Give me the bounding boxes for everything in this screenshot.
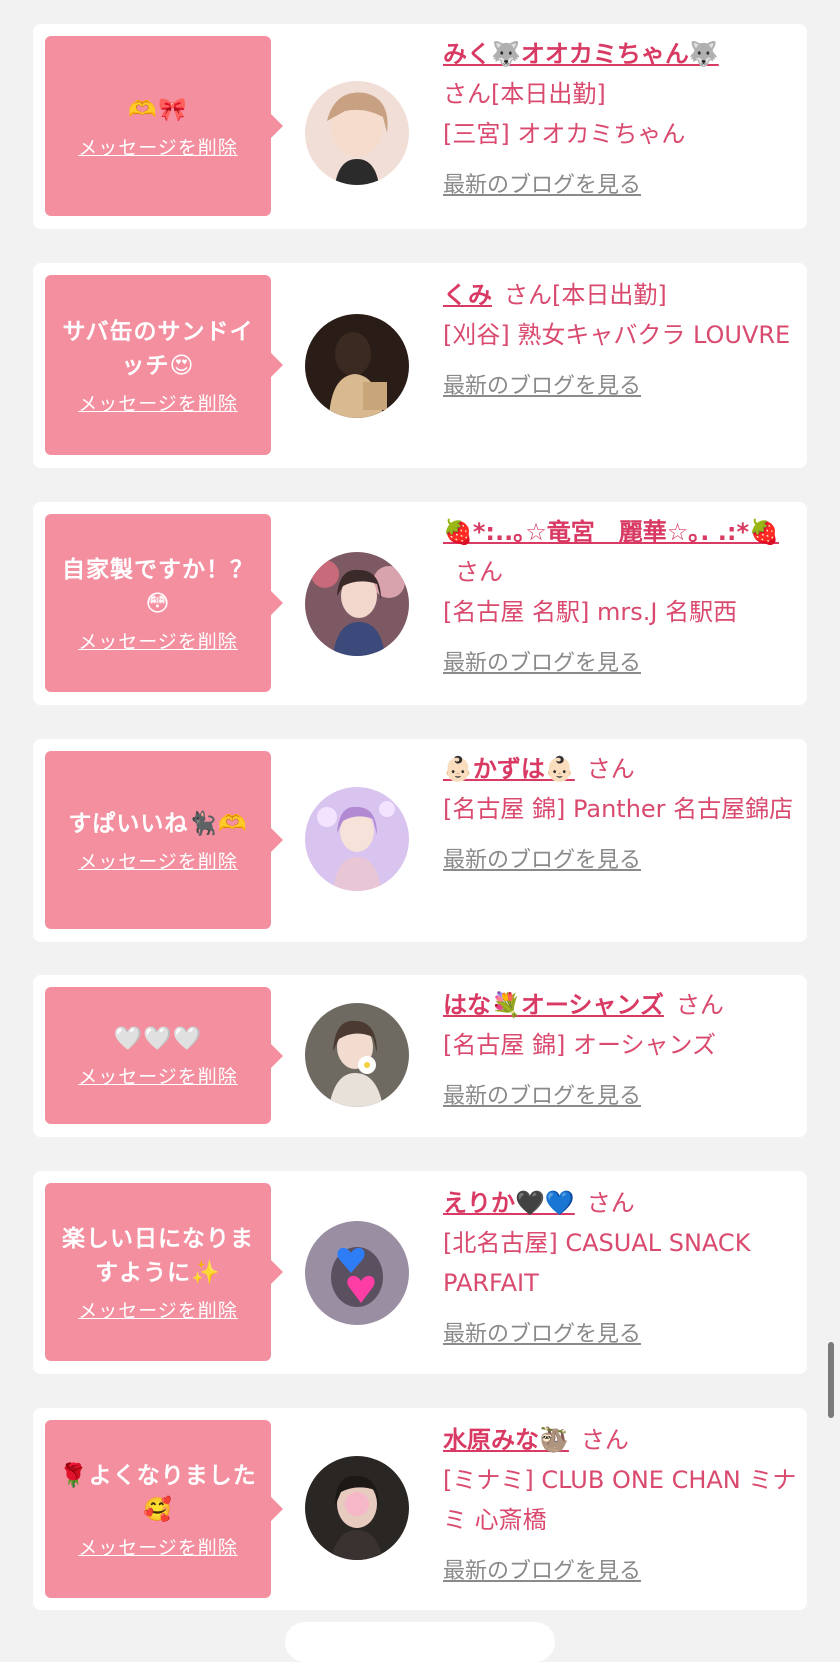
cast-info: 🍓*:..｡☆竜宮 麗華☆｡. .:*🍓 さん [名古屋 名駅] mrs.J 名駅… [443, 512, 798, 684]
message-bubble: 🫶🎀 メッセージを削除 [45, 36, 283, 216]
san-label: さん [580, 1426, 629, 1454]
message-text: 🌹よくなりました🥰 [59, 1462, 257, 1523]
delete-message-link[interactable]: メッセージを削除 [78, 133, 238, 160]
view-blog-link[interactable]: 最新のブログを見る [443, 841, 641, 881]
cast-name-link[interactable]: 👶🏻かずは👶🏻 [443, 755, 575, 783]
scrollbar[interactable] [828, 1342, 834, 1418]
san-label: さん [586, 755, 635, 783]
san-label: さん [443, 80, 491, 108]
list-item: 🌹よくなりました🥰 メッセージを削除 水原みな🦥 さん [ミナミ] CLUB ON… [33, 1408, 807, 1610]
delete-message-link[interactable]: メッセージを削除 [78, 389, 238, 416]
message-bubble: すぱいいね🐈‍⬛🫶 メッセージを削除 [45, 751, 283, 929]
status-text: [本日出勤] [551, 281, 667, 309]
cast-name-link[interactable]: えりか🖤💙 [443, 1189, 575, 1217]
view-blog-link[interactable]: 最新のブログを見る [443, 367, 641, 407]
message-bubble: 🌹よくなりました🥰 メッセージを削除 [45, 1420, 283, 1598]
message-text: 🫶🎀 [128, 96, 188, 123]
view-blog-link[interactable]: 最新のブログを見る [443, 1552, 641, 1592]
bottom-bar[interactable] [285, 1622, 555, 1662]
shop-text: [ミナミ] CLUB ONE CHAN ミナミ 心斎橋 [443, 1466, 797, 1534]
view-blog-link[interactable]: 最新のブログを見る [443, 1077, 641, 1117]
san-label: さん [503, 281, 552, 309]
shop-text: [名古屋 錦] Panther 名古屋錦店 [443, 795, 794, 823]
delete-message-link[interactable]: メッセージを削除 [78, 1533, 238, 1560]
cast-name-link[interactable]: みく🐺オオカミちゃん🐺 [443, 40, 719, 68]
message-text: すぱいいね🐈‍⬛🫶 [68, 810, 248, 837]
avatar[interactable] [305, 787, 409, 891]
list-item: 自家製ですか！？😳 メッセージを削除 🍓*:..｡☆竜宮 麗華☆｡. .:*🍓 さ… [33, 502, 807, 705]
san-label: さん [675, 991, 724, 1019]
shop-text: [名古屋 名駅] mrs.J 名駅西 [443, 598, 738, 626]
delete-message-link[interactable]: メッセージを削除 [78, 847, 238, 874]
view-blog-link[interactable]: 最新のブログを見る [443, 1315, 641, 1355]
san-label: さん [455, 558, 503, 586]
message-bubble: 🤍🤍🤍 メッセージを削除 [45, 987, 283, 1124]
list-item: 楽しい日になりますように✨ メッセージを削除 えりか🖤💙 さん [北名古屋] CA… [33, 1171, 807, 1374]
delete-message-link[interactable]: メッセージを削除 [78, 1296, 238, 1323]
list-item: サバ缶のサンドイッチ😍 メッセージを削除 くみ さん[本日出勤] [刈谷] 熟女キ… [33, 263, 807, 468]
message-text: 自家製ですか！？😳 [62, 556, 254, 617]
avatar[interactable] [305, 1003, 409, 1107]
avatar[interactable] [305, 81, 409, 185]
message-bubble: 楽しい日になりますように✨ メッセージを削除 [45, 1183, 283, 1361]
view-blog-link[interactable]: 最新のブログを見る [443, 644, 641, 684]
cast-info: くみ さん[本日出勤] [刈谷] 熟女キャバクラ LOUVRE 最新のブログを見る [443, 275, 798, 407]
avatar[interactable] [305, 314, 409, 418]
delete-message-link[interactable]: メッセージを削除 [78, 627, 238, 654]
cast-name-link[interactable]: はな💐オーシャンズ [443, 991, 664, 1019]
avatar[interactable] [305, 1221, 409, 1325]
cast-info: はな💐オーシャンズ さん [名古屋 錦] オーシャンズ 最新のブログを見る [443, 985, 798, 1117]
delete-message-link[interactable]: メッセージを削除 [78, 1062, 238, 1089]
list-item: 🫶🎀 メッセージを削除 みく🐺オオカミちゃん🐺 さん[本日出勤] [三宮] オオ… [33, 24, 807, 229]
cast-info: 水原みな🦥 さん [ミナミ] CLUB ONE CHAN ミナミ 心斎橋 最新のブ… [443, 1420, 798, 1592]
cast-info: えりか🖤💙 さん [北名古屋] CASUAL SNACK PARFAIT 最新のブ… [443, 1183, 798, 1355]
message-text: 楽しい日になりますように✨ [62, 1225, 254, 1286]
avatar[interactable] [305, 1456, 409, 1560]
cast-info: 👶🏻かずは👶🏻 さん [名古屋 錦] Panther 名古屋錦店 最新のブログを見… [443, 749, 798, 881]
cast-name-link[interactable]: 水原みな🦥 [443, 1426, 569, 1454]
message-bubble: サバ缶のサンドイッチ😍 メッセージを削除 [45, 275, 283, 455]
view-blog-link[interactable]: 最新のブログを見る [443, 166, 641, 206]
message-text: 🤍🤍🤍 [113, 1026, 203, 1052]
list-item: 🤍🤍🤍 メッセージを削除 はな💐オーシャンズ さん [名古屋 錦] オーシャンズ … [33, 975, 807, 1137]
shop-text: [三宮] オオカミちゃん [443, 120, 686, 148]
avatar[interactable] [305, 552, 409, 656]
status-text: [本日出勤] [491, 80, 606, 108]
message-text: サバ缶のサンドイッチ😍 [62, 318, 254, 379]
message-bubble: 自家製ですか！？😳 メッセージを削除 [45, 514, 283, 692]
san-label: さん [586, 1189, 635, 1217]
cast-name-link[interactable]: 🍓*:..｡☆竜宮 麗華☆｡. .:*🍓 [443, 518, 779, 546]
shop-text: [北名古屋] CASUAL SNACK PARFAIT [443, 1229, 751, 1297]
list-item: すぱいいね🐈‍⬛🫶 メッセージを削除 👶🏻かずは👶🏻 さん [名古屋 錦] Pan… [33, 739, 807, 942]
shop-text: [刈谷] 熟女キャバクラ LOUVRE [443, 321, 791, 349]
cast-name-link[interactable]: くみ [443, 281, 492, 309]
shop-text: [名古屋 錦] オーシャンズ [443, 1031, 717, 1059]
cast-info: みく🐺オオカミちゃん🐺 さん[本日出勤] [三宮] オオカミちゃん 最新のブログ… [443, 34, 798, 206]
